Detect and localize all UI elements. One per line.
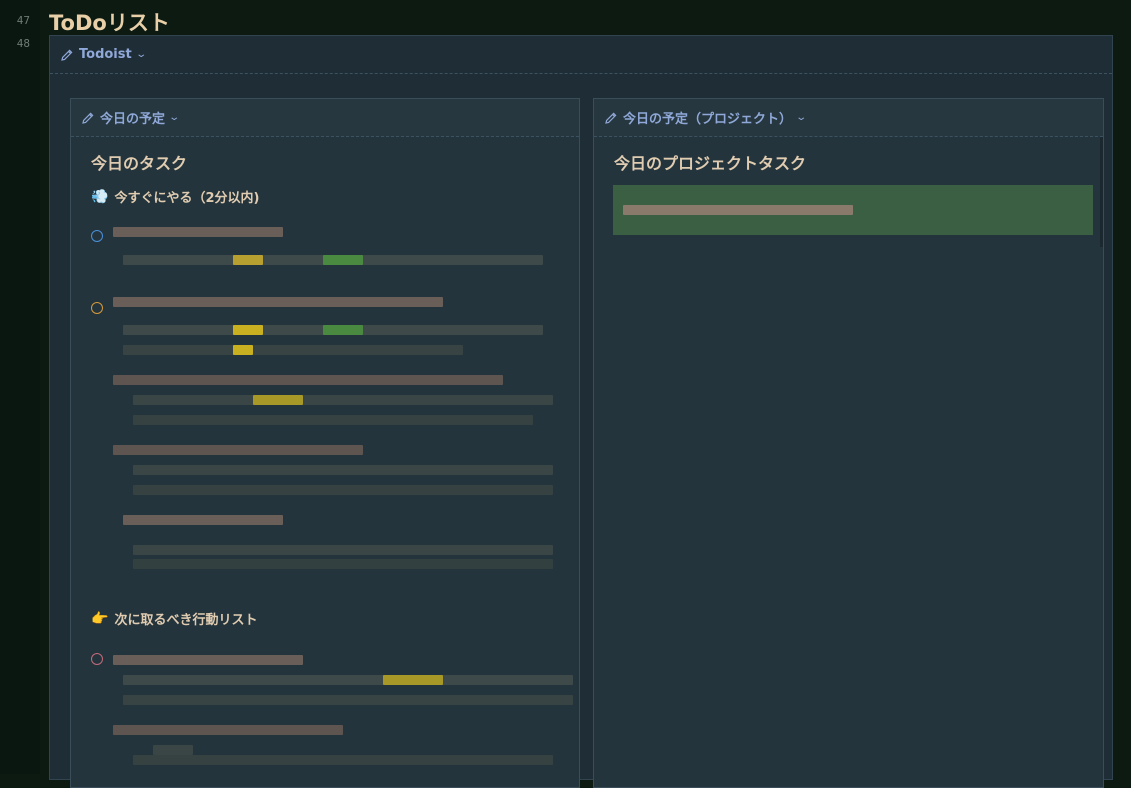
pencil-icon[interactable] [81, 111, 95, 125]
project-panel-label[interactable]: 今日の予定（プロジェクト） [623, 108, 792, 127]
document-heading: ToDoリスト [49, 11, 170, 35]
subtask-meta-redacted [133, 755, 553, 765]
label-chip [233, 345, 253, 355]
task-content-redacted[interactable] [113, 227, 283, 237]
todoist-embed-block: Todoist ⌄ 今日の予定 ⌄ 今日のタスク 💨 今すぐにやる（2分以内) [49, 35, 1113, 788]
chevron-down-icon[interactable]: ⌄ [795, 112, 807, 123]
quick-tasks-label: 今すぐにやる（2分以内) [114, 191, 260, 206]
chevron-down-icon[interactable]: ⌄ [135, 49, 147, 60]
line-number-gutter: 47 48 [0, 0, 40, 774]
task-checkbox[interactable] [91, 302, 103, 314]
task-content-redacted[interactable] [623, 205, 853, 215]
today-panel-header[interactable]: 今日の予定 ⌄ [71, 99, 579, 137]
subtask-meta-redacted [133, 559, 553, 569]
today-tasks-title: 今日のタスク [91, 154, 188, 173]
subtask-content-redacted[interactable] [113, 725, 343, 735]
today-tasks-panel: 今日の予定 ⌄ 今日のタスク 💨 今すぐにやる（2分以内) 👉 次に取るべき行動… [70, 98, 580, 788]
line-number: 48 [16, 37, 30, 50]
subtask-meta-redacted [133, 545, 553, 555]
task-meta-redacted [123, 675, 573, 685]
task-checkbox[interactable] [91, 653, 103, 665]
project-tasks-title: 今日のプロジェクトタスク [614, 154, 807, 173]
todoist-block-header[interactable]: Todoist ⌄ [50, 36, 1112, 74]
dash-icon: 💨 [91, 188, 109, 205]
task-content-redacted[interactable] [113, 655, 303, 665]
label-chip [323, 325, 363, 335]
project-task-row[interactable] [613, 185, 1093, 235]
label-chip [253, 395, 303, 405]
label-chip [383, 675, 443, 685]
task-meta-redacted [123, 345, 463, 355]
today-panel-label[interactable]: 今日の予定 [100, 108, 165, 127]
line-number: 47 [16, 14, 30, 27]
next-actions-heading: 👉 次に取るべき行動リスト [91, 609, 258, 629]
todoist-block-label[interactable]: Todoist [79, 47, 132, 62]
subtask-content-redacted[interactable] [113, 375, 503, 385]
subtask-meta-redacted [133, 415, 533, 425]
subtask-content-redacted[interactable] [123, 515, 283, 525]
next-actions-label: 次に取るべき行動リスト [114, 613, 258, 628]
chevron-down-icon[interactable]: ⌄ [168, 112, 180, 123]
project-panel-header[interactable]: 今日の予定（プロジェクト） ⌄ [594, 99, 1103, 137]
task-content-redacted[interactable] [113, 297, 443, 307]
subtask-meta-redacted [153, 745, 193, 755]
label-chip [233, 255, 263, 265]
subtask-content-redacted[interactable] [113, 445, 363, 455]
pencil-icon[interactable] [60, 48, 74, 62]
pointing-hand-icon: 👉 [91, 610, 109, 627]
task-meta-redacted [123, 695, 573, 705]
task-checkbox[interactable] [91, 230, 103, 242]
subtask-meta-redacted [133, 485, 553, 495]
label-chip [233, 325, 263, 335]
today-project-tasks-panel: 今日の予定（プロジェクト） ⌄ 今日のプロジェクトタスク [593, 98, 1104, 788]
quick-tasks-heading: 💨 今すぐにやる（2分以内) [91, 187, 260, 207]
subtask-meta-redacted [133, 465, 553, 475]
subtask-meta-redacted [133, 395, 553, 405]
scrollbar[interactable] [1100, 137, 1103, 247]
label-chip [323, 255, 363, 265]
pencil-icon[interactable] [604, 111, 618, 125]
